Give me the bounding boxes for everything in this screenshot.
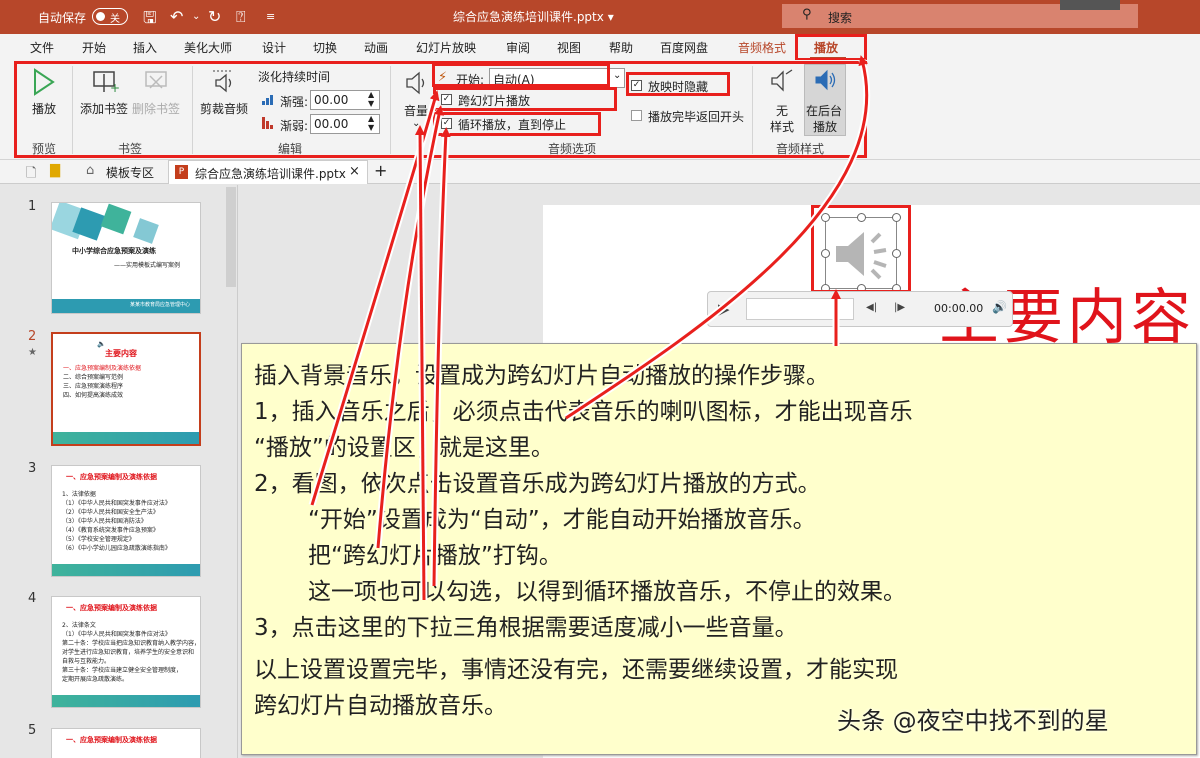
arrow-to-playback-tab [564,55,871,421]
arrow-to-volume-dropdown [415,125,428,601]
annotation-arrows [308,55,871,601]
arrow-to-loop-option [430,127,451,587]
